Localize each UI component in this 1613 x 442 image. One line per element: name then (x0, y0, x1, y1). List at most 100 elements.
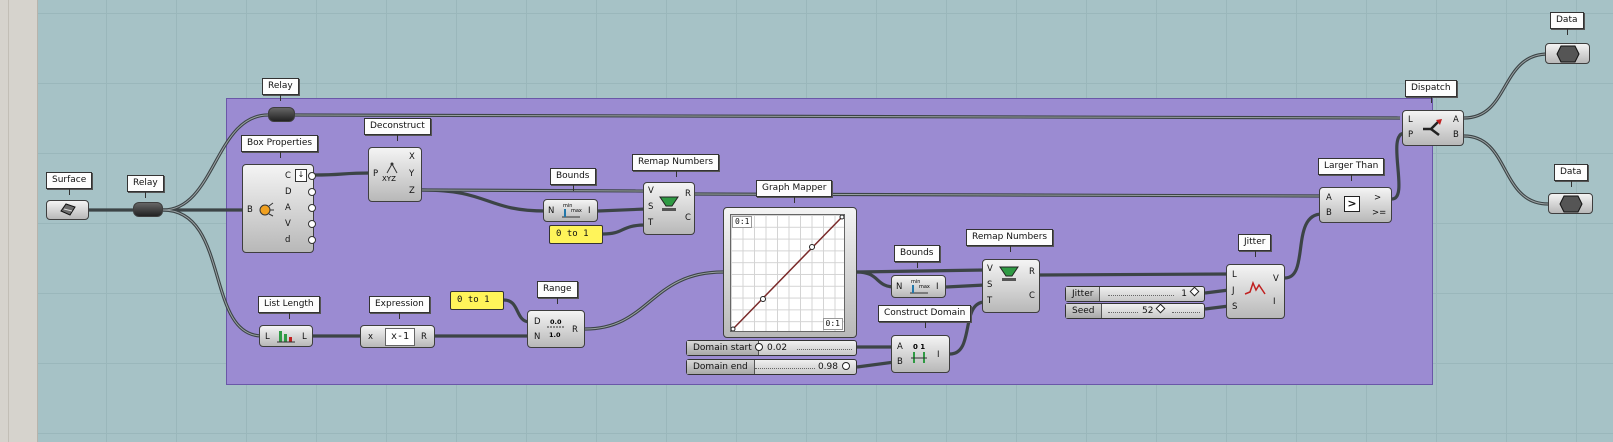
jitter-slider-value-wrap: 1 (1181, 286, 1200, 301)
box-output-pin-d[interactable] (308, 188, 316, 196)
remap-2-port-r[interactable]: R (1029, 267, 1035, 277)
box-output-pin-d2[interactable] (308, 236, 316, 244)
domain-end-value-wrap: 0.98 (818, 360, 850, 374)
deconstruct-component[interactable]: P XYZ X Y Z (368, 147, 422, 202)
dispatch-port-l[interactable]: L (1408, 115, 1413, 125)
slider-knob[interactable] (755, 343, 763, 351)
bounds-2-port-n[interactable]: N (896, 282, 902, 292)
remap-1-component[interactable]: V S T R C (643, 182, 695, 235)
remap-1-port-v[interactable]: V (648, 186, 654, 196)
box-port-c[interactable]: C (285, 171, 291, 181)
jitter-component[interactable]: L J S V I (1226, 264, 1285, 319)
jitter-port-i[interactable]: I (1273, 297, 1276, 307)
larger-port-a[interactable]: A (1326, 193, 1332, 203)
deconstruct-port-z[interactable]: Z (409, 186, 415, 196)
larger-port-b[interactable]: B (1326, 208, 1332, 218)
data-bottom-param[interactable] (1548, 193, 1593, 214)
construct-port-i[interactable]: I (937, 350, 940, 360)
xyz-deconstruct-icon: XYZ (382, 162, 398, 182)
wire-panel-remapt (602, 223, 647, 236)
list-length-component[interactable]: L L (259, 325, 313, 347)
box-output-pin-a[interactable] (308, 204, 316, 212)
remap-icon (659, 196, 679, 211)
dispatch-port-a[interactable]: A (1453, 115, 1459, 125)
seed-slider[interactable]: Seed 52 (1065, 303, 1205, 319)
jitter-label: Jitter (1238, 234, 1272, 257)
dispatch-port-p[interactable]: P (1408, 130, 1413, 140)
construct-port-a[interactable]: A (897, 342, 903, 352)
range-port-r[interactable]: R (572, 325, 578, 335)
larger-port-ge[interactable]: >= (1372, 208, 1386, 218)
range-component[interactable]: D N 0.0 1.0 R (527, 310, 585, 348)
range-label: Range (537, 281, 578, 304)
construct-domain-component[interactable]: A B 0 1 I (891, 335, 950, 373)
remap-2-port-v[interactable]: V (987, 264, 993, 274)
data-bottom-label: Data (1554, 164, 1588, 187)
surface-label: Surface (46, 172, 93, 195)
larger-than-component[interactable]: A B > > >= (1319, 187, 1392, 223)
box-port-d-lower[interactable]: d (285, 235, 290, 245)
box-port-b[interactable]: B (247, 205, 253, 215)
jitter-port-v[interactable]: V (1273, 274, 1279, 284)
surface-param[interactable] (46, 200, 89, 220)
dispatch-component[interactable]: L P A B (1402, 110, 1464, 146)
jitter-icon (1244, 280, 1266, 295)
wire-graph-remap2 (856, 268, 986, 274)
bounds-1-port-i[interactable]: I (588, 206, 591, 216)
deconstruct-port-y[interactable]: Y (409, 169, 414, 179)
list-length-port-l-in[interactable]: L (265, 332, 270, 342)
bounds-1-port-n[interactable]: N (548, 206, 554, 216)
domain-panel-2[interactable]: 0 to 1 (450, 291, 504, 310)
remap-2-label: Remap Numbers (966, 229, 1054, 252)
jitter-port-s[interactable]: S (1232, 302, 1237, 312)
expression-component[interactable]: x x-1 R (360, 325, 435, 348)
expression-text[interactable]: x-1 (385, 328, 415, 346)
dispatch-port-b[interactable]: B (1453, 130, 1459, 140)
larger-port-gt[interactable]: > (1374, 193, 1381, 203)
domain-end-slider[interactable]: Domain end 0.98 (686, 359, 857, 375)
remap-2-component[interactable]: V S T R C (982, 259, 1040, 313)
list-length-port-l-out[interactable]: L (302, 332, 307, 342)
remap-1-port-c[interactable]: C (685, 213, 691, 223)
domain-start-name: Domain start (687, 341, 759, 355)
graph-mapper-canvas[interactable]: 0:1 0:1 (730, 214, 845, 332)
expression-port-r[interactable]: R (421, 332, 427, 342)
box-port-a[interactable]: A (285, 203, 291, 213)
bounds-2-label: Bounds (894, 245, 940, 268)
remap-1-port-r[interactable]: R (685, 189, 691, 199)
range-port-n[interactable]: N (534, 332, 540, 342)
relay-top[interactable] (268, 107, 295, 122)
graph-mapper-component[interactable]: 0:1 0:1 (723, 207, 857, 338)
slider-knob[interactable] (1189, 286, 1200, 297)
domain-panel-1[interactable]: 0 to 1 (549, 225, 603, 244)
slider-knob[interactable] (842, 362, 850, 370)
remap-2-port-s[interactable]: S (987, 280, 992, 290)
slider-knob[interactable] (1156, 303, 1166, 314)
remap-2-port-c[interactable]: C (1029, 291, 1035, 301)
domain-start-slider[interactable]: Domain start 0.02 (686, 340, 857, 356)
box-output-pin-v[interactable] (308, 220, 316, 228)
remap-1-port-t[interactable]: T (648, 218, 653, 228)
wire-bounds2-remap2 (945, 283, 986, 289)
deconstruct-port-p[interactable]: P (373, 169, 378, 179)
bounds-2-port-i[interactable]: I (936, 282, 939, 292)
remap-2-port-t[interactable]: T (987, 296, 992, 306)
jitter-port-j[interactable]: J (1232, 286, 1235, 296)
box-output-pin-c[interactable] (308, 172, 316, 180)
bounds-1-component[interactable]: N min max I (543, 199, 598, 222)
box-properties-component[interactable]: B C D A V d ↓ (242, 164, 316, 253)
relay-left[interactable] (133, 202, 163, 217)
jitter-slider[interactable]: Jitter 1 (1065, 286, 1205, 302)
bounds-2-component[interactable]: N min max I (891, 275, 946, 298)
data-top-param[interactable] (1545, 43, 1590, 64)
jitter-port-l[interactable]: L (1232, 270, 1237, 280)
flatten-badge: ↓ (295, 169, 307, 182)
construct-port-b[interactable]: B (897, 357, 903, 367)
range-port-d[interactable]: D (534, 317, 541, 327)
remap-1-port-s[interactable]: S (648, 202, 653, 212)
wire-jitter-larger (1284, 212, 1323, 280)
box-port-v[interactable]: V (285, 219, 291, 229)
box-port-d[interactable]: D (285, 187, 292, 197)
expression-port-x[interactable]: x (368, 332, 373, 342)
deconstruct-port-x[interactable]: X (409, 152, 415, 162)
